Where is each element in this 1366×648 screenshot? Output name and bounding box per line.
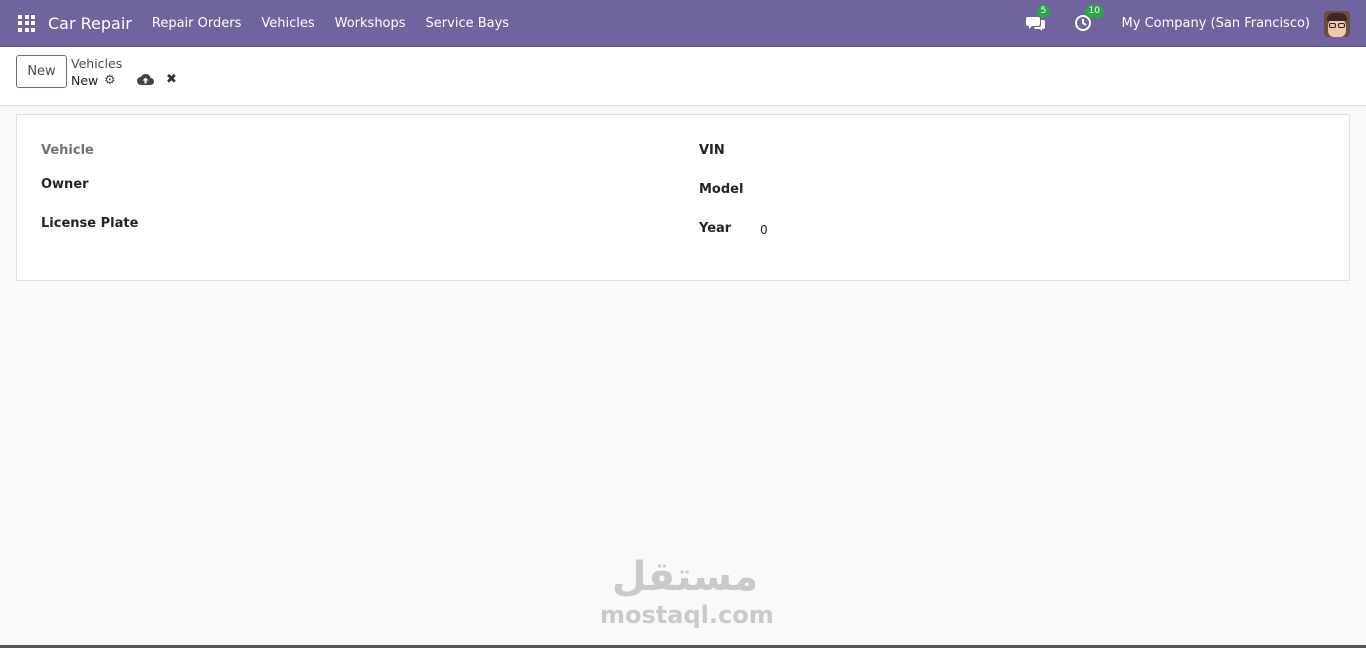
app-title[interactable]: Car Repair	[48, 14, 132, 33]
company-switcher[interactable]: My Company (San Francisco)	[1122, 16, 1310, 31]
year-field[interactable]: 0	[760, 223, 768, 237]
model-field[interactable]	[760, 182, 1320, 200]
top-navbar: Car Repair Repair Orders Vehicles Worksh…	[0, 0, 1366, 47]
watermark-arabic: مستقل	[611, 554, 759, 600]
vin-label: VIN	[699, 143, 725, 158]
watermark-logo: مستقل mostaql.com	[600, 554, 774, 629]
control-panel: New Vehicles New ⚙ ✖	[0, 47, 1366, 106]
messages-count-badge: 5	[1036, 4, 1051, 18]
license-plate-field[interactable]	[157, 216, 637, 234]
menu-item-workshops[interactable]: Workshops	[335, 16, 406, 31]
activities-button[interactable]: 10	[1074, 4, 1104, 34]
vin-field[interactable]	[760, 143, 1320, 161]
watermark-latin: mostaql.com	[600, 601, 774, 629]
model-label: Model	[699, 182, 744, 197]
menu-item-repair-orders[interactable]: Repair Orders	[152, 16, 241, 31]
gear-icon[interactable]: ⚙	[104, 73, 116, 88]
user-avatar[interactable]	[1324, 10, 1350, 37]
breadcrumb-vehicles[interactable]: Vehicles	[71, 56, 122, 71]
vehicle-label: Vehicle	[41, 143, 94, 158]
year-label: Year	[699, 221, 732, 236]
owner-label: Owner	[41, 177, 89, 192]
menu-item-vehicles[interactable]: Vehicles	[261, 16, 314, 31]
vehicle-field[interactable]	[157, 143, 637, 161]
discard-close-icon[interactable]: ✖	[166, 72, 177, 87]
activities-count-badge: 10	[1084, 4, 1104, 18]
license-plate-label: License Plate	[41, 216, 139, 231]
navbar-systray: 5 10 My Company (San Francisco)	[1025, 0, 1350, 47]
app-menu-grid-icon[interactable]	[18, 14, 35, 32]
record-name: New	[71, 73, 99, 88]
cloud-upload-icon[interactable]	[137, 72, 154, 87]
owner-field[interactable]	[157, 177, 637, 195]
menu-item-service-bays[interactable]: Service Bays	[426, 16, 510, 31]
form-sheet: Vehicle Owner License Plate VIN Model Ye…	[16, 114, 1350, 281]
new-button[interactable]: New	[16, 55, 67, 88]
messages-button[interactable]: 5	[1025, 4, 1051, 34]
